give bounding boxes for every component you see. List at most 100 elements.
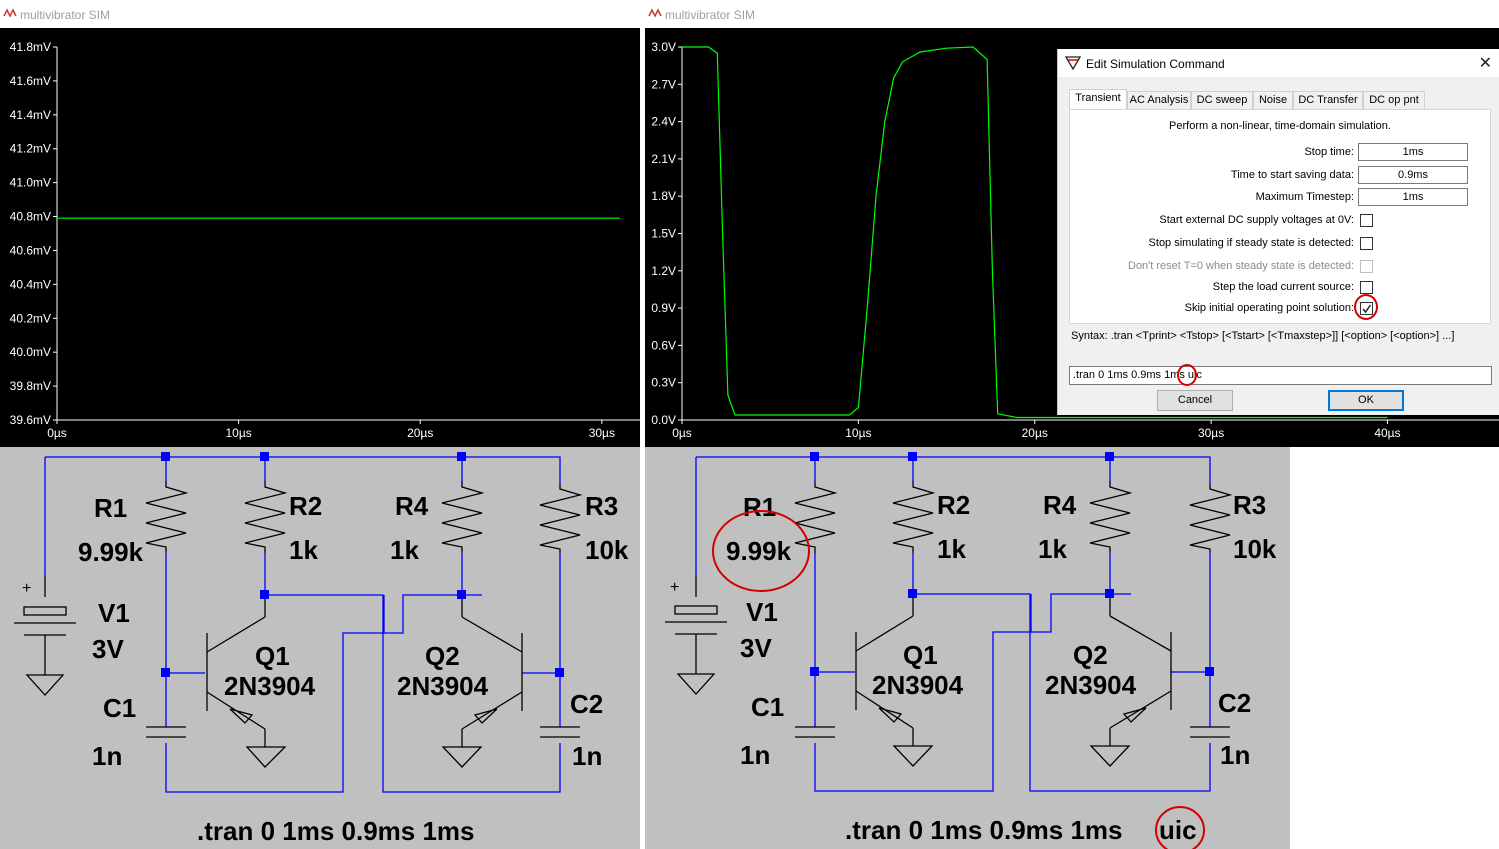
x-tick-label: 30µs xyxy=(589,426,615,440)
plus-sign: + xyxy=(22,580,31,597)
y-tick-label: 40.6mV xyxy=(10,243,51,257)
value-r2: 1k xyxy=(937,534,966,564)
dialog-title: Edit Simulation Command xyxy=(1086,57,1225,71)
resistors xyxy=(794,481,1233,553)
label-r2: R2 xyxy=(937,490,970,520)
label-r4: R4 xyxy=(1043,490,1077,520)
tab-noise[interactable]: Noise xyxy=(1253,91,1293,109)
tran-directive[interactable]: .tran 0 1ms 0.9ms 1ms xyxy=(845,815,1123,845)
tab-transient[interactable]: Transient xyxy=(1069,89,1127,110)
step-load-checkbox[interactable] xyxy=(1360,281,1373,294)
y-tick-label: 0.9V xyxy=(651,301,676,315)
option-label-disabled: Don't reset T=0 when steady state is det… xyxy=(1128,260,1354,272)
x-tick-label: 20µs xyxy=(1022,426,1048,440)
y-tick-label: 2.7V xyxy=(651,77,676,91)
value-r1: 9.99k xyxy=(78,537,144,567)
resistors xyxy=(145,481,583,553)
value-r3: 10k xyxy=(585,535,629,565)
value-c2: 1n xyxy=(1220,740,1250,770)
label-q1: Q1 xyxy=(255,641,290,671)
edit-simulation-dialog: Edit Simulation Command ✕ Transient AC A… xyxy=(1057,49,1499,415)
value-v1: 3V xyxy=(740,633,772,663)
x-tick-label: 0µs xyxy=(672,426,692,440)
right-schematic[interactable]: R1 9.99k R2 1k R4 1k R3 10k V1 3V Q1 2N3… xyxy=(645,447,1290,849)
label-q1: Q1 xyxy=(903,640,938,670)
left-waveform-plot[interactable]: 41.8mV 41.6mV 41.4mV 41.2mV 41.0mV 40.8mV 40.6… xyxy=(0,28,640,447)
x-tick-label: 10µs xyxy=(845,426,871,440)
y-tick-label: 41.6mV xyxy=(10,74,51,88)
y-tick-label: 3.0V xyxy=(651,40,676,54)
label-c2: C2 xyxy=(1218,688,1251,718)
tab-dc-op-pnt[interactable]: DC op pnt xyxy=(1363,91,1425,109)
waveform-icon xyxy=(3,8,17,18)
ok-button[interactable]: OK xyxy=(1328,390,1404,411)
option-label: Start external DC supply voltages at 0V: xyxy=(1159,214,1354,226)
command-input[interactable]: .tran 0 1ms 0.9ms 1ms uic xyxy=(1069,366,1492,385)
right-titlebar: multivibrator SIM xyxy=(645,0,1499,28)
label-r3: R3 xyxy=(1233,490,1266,520)
option-label: Step the load current source: xyxy=(1212,281,1354,293)
x-tick-label: 30µs xyxy=(1198,426,1224,440)
cancel-button[interactable]: Cancel xyxy=(1157,390,1233,411)
value-r1: 9.99k xyxy=(726,536,792,566)
left-plot-window: multivibrator SIM 41.8mV 41.6mV 41.4mV 41.2… xyxy=(0,0,640,447)
label-c2: C2 xyxy=(570,689,603,719)
window-title: multivibrator SIM xyxy=(665,8,756,22)
stop-time-label: Stop time: xyxy=(1304,146,1354,158)
label-q2: Q2 xyxy=(425,641,460,671)
max-timestep-label: Maximum Timestep: xyxy=(1255,191,1354,203)
label-v1: V1 xyxy=(98,598,130,628)
y-tick-label: 39.8mV xyxy=(10,379,51,393)
left-titlebar: multivibrator SIM xyxy=(0,0,640,28)
y-tick-label: 40.2mV xyxy=(10,311,51,325)
label-q2: Q2 xyxy=(1073,640,1108,670)
start-dc-zero-checkbox[interactable] xyxy=(1360,214,1373,227)
y-tick-label: 40.4mV xyxy=(10,277,51,291)
y-tick-label: 40.0mV xyxy=(10,345,51,359)
value-v1: 3V xyxy=(92,634,124,664)
waveform-icon xyxy=(648,8,662,18)
left-schematic[interactable]: R1 9.99k R2 1k R4 1k R3 10k V1 3V Q1 2N3… xyxy=(0,447,640,849)
stop-time-input[interactable] xyxy=(1358,143,1468,161)
close-icon[interactable]: ✕ xyxy=(1479,53,1492,73)
right-schematic-drawing: R1 9.99k R2 1k R4 1k R3 10k V1 3V Q1 2N3… xyxy=(665,452,1277,849)
y-tick-label: 41.8mV xyxy=(10,40,51,54)
steady-state-checkbox[interactable] xyxy=(1360,237,1373,250)
tab-ac-analysis[interactable]: AC Analysis xyxy=(1127,91,1191,109)
y-tick-label: 41.0mV xyxy=(10,176,51,190)
tab-dc-transfer[interactable]: DC Transfer xyxy=(1293,91,1363,109)
x-tick-label: 40µs xyxy=(1374,426,1400,440)
capacitors xyxy=(146,726,580,738)
y-tick-label: 2.4V xyxy=(651,115,676,129)
value-r4: 1k xyxy=(1038,534,1067,564)
start-saving-input[interactable] xyxy=(1358,166,1468,184)
model-q1: 2N3904 xyxy=(872,670,964,700)
value-r4: 1k xyxy=(390,535,419,565)
y-tick-label: 39.6mV xyxy=(10,413,51,427)
y-tick-label: 2.1V xyxy=(651,152,676,166)
y-tick-label: 41.2mV xyxy=(10,142,51,156)
value-c1: 1n xyxy=(740,740,770,770)
max-timestep-input[interactable] xyxy=(1358,188,1468,206)
highlight-circle xyxy=(1354,294,1378,320)
plus-sign: + xyxy=(670,579,679,596)
tab-dc-sweep[interactable]: DC sweep xyxy=(1191,91,1253,109)
label-v1: V1 xyxy=(746,597,778,627)
x-tick-label: 20µs xyxy=(407,426,433,440)
left-schematic-drawing: R1 9.99k R2 1k R4 1k R3 10k V1 3V Q1 2N3… xyxy=(14,452,629,846)
uic-option[interactable]: uic xyxy=(1159,815,1197,845)
y-tick-label: 1.2V xyxy=(651,264,676,278)
y-tick-label: 1.8V xyxy=(651,189,676,203)
dont-reset-checkbox xyxy=(1360,260,1373,273)
label-r2: R2 xyxy=(289,491,322,521)
x-tick-label: 0µs xyxy=(47,426,67,440)
option-label: Stop simulating if steady state is detec… xyxy=(1148,237,1354,249)
model-q2: 2N3904 xyxy=(1045,670,1137,700)
highlight-circle xyxy=(1177,364,1197,386)
label-c1: C1 xyxy=(751,692,784,722)
value-c2: 1n xyxy=(572,741,602,771)
tran-directive[interactable]: .tran 0 1ms 0.9ms 1ms xyxy=(197,816,475,846)
window-title: multivibrator SIM xyxy=(20,8,111,22)
value-r2: 1k xyxy=(289,535,318,565)
y-tick-label: 1.5V xyxy=(651,227,676,241)
